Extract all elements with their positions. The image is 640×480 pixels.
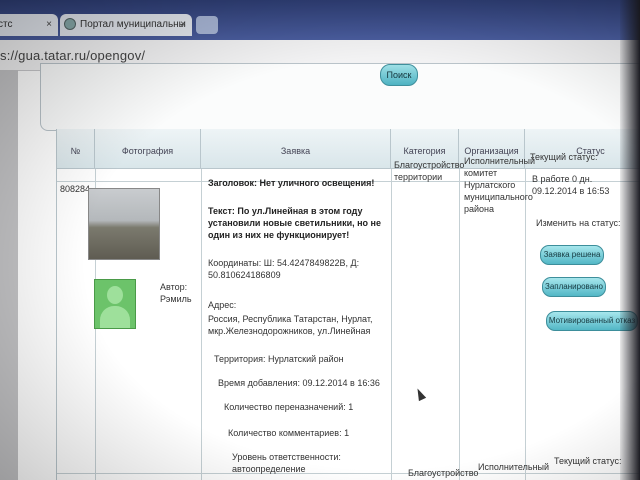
status-resolved-button[interactable]: Заявка решена — [540, 245, 604, 265]
responsibility-level: Уровень ответственности: автоопределение — [232, 452, 341, 474]
appeal-date: Время добавления: 09.12.2014 в 16:36 — [218, 378, 380, 388]
url-text[interactable]: s://gua.tatar.ru/opengov/ — [0, 48, 145, 63]
appeal-address: Россия, Республика Татарстан, Нурлат, мк… — [208, 314, 373, 336]
tab-label: стс — [0, 19, 13, 30]
browser-window: стс × Портал муниципальны × s://gua.tata… — [0, 0, 640, 480]
status-current-value: В работе 0 дн. — [532, 174, 593, 184]
tab-previous[interactable]: стс × — [0, 14, 58, 36]
appeal-territory: Территория: Нурлатский район — [214, 354, 344, 364]
search-button[interactable]: Поиск — [380, 64, 418, 86]
tab-bar: стс × Портал муниципальны × — [0, 0, 640, 40]
header-request[interactable]: Заявка — [201, 129, 391, 169]
page-left-margin — [0, 70, 18, 480]
header-number[interactable]: № — [57, 129, 95, 169]
tab-active[interactable]: Портал муниципальны × — [60, 14, 192, 36]
header-photo[interactable]: Фотография — [95, 129, 201, 169]
site-favicon-icon — [64, 18, 76, 31]
column-divider — [391, 169, 392, 480]
avatar-body — [100, 306, 130, 328]
column-divider — [459, 169, 460, 480]
reassign-count: Количество переназначений: 1 — [224, 402, 354, 412]
next-row-organization: Исполнительный — [478, 462, 550, 472]
author-label: Автор: — [160, 282, 188, 292]
appeal-coordinates: Координаты: Ш: 54.4247849822В, Д: 50.810… — [208, 258, 360, 280]
status-date: 09.12.2014 в 16:53 — [532, 186, 610, 196]
tab-label: Портал муниципальны — [80, 19, 186, 30]
search-panel: Поиск — [40, 63, 640, 131]
category-value: Благоустройство территории — [394, 160, 465, 182]
organization-value: Исполнительный комитет Нурлатского муниц… — [464, 156, 536, 214]
appeal-text: Текст: По ул.Линейная в этом году устано… — [208, 206, 381, 240]
appeal-title: Заголовок: Нет уличного освещения! — [208, 178, 375, 188]
avatar-head — [107, 286, 123, 304]
address-label: Адрес: — [208, 300, 237, 310]
author-name: Рэмиль — [160, 294, 192, 304]
column-divider — [201, 169, 202, 480]
appeal-photo[interactable] — [88, 188, 160, 260]
status-current-label: Текущий статус: — [530, 152, 598, 162]
page-content: Поиск № Фотография Заявка Категория Орга… — [18, 63, 640, 480]
status-planned-button[interactable]: Запланировано — [542, 277, 606, 297]
new-tab-button[interactable] — [196, 16, 218, 34]
comments-count: Количество комментариев: 1 — [228, 428, 350, 438]
column-divider — [525, 169, 526, 480]
screen-bezel-right — [620, 0, 640, 480]
next-row-category: Благоустройство — [408, 468, 479, 478]
close-tab-icon[interactable]: × — [180, 14, 186, 36]
author-avatar — [94, 279, 136, 329]
close-tab-icon[interactable]: × — [46, 14, 52, 36]
